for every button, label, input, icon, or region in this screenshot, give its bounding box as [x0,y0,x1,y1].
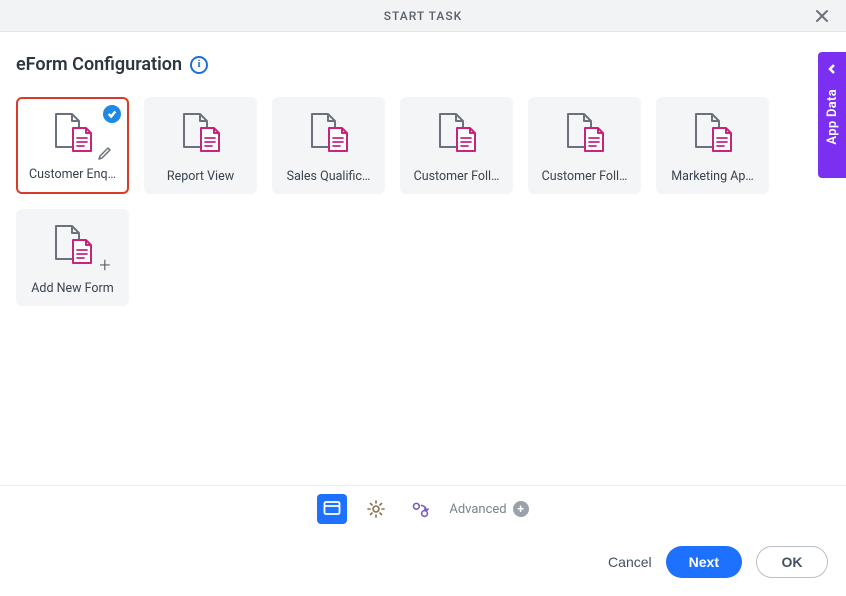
form-icon: + [49,215,97,277]
cycle-icon [410,499,430,519]
document-sub-icon [71,127,93,153]
form-card-customer-enq[interactable]: Customer Enq… [16,97,129,194]
close-button[interactable] [806,0,838,32]
section-title-row: eForm Configuration i [16,54,830,75]
form-card-label: Customer Foll… [538,169,632,184]
form-card-customer-foll-2[interactable]: Customer Foll… [528,97,641,194]
form-icon [305,103,353,165]
dialog-title: START TASK [384,9,462,23]
pencil-icon [97,145,113,165]
document-sub-icon [455,127,477,153]
section-title: eForm Configuration [16,54,182,75]
advanced-link[interactable]: Advanced + [449,501,528,517]
form-card-label: Sales Qualific… [283,169,375,184]
form-icon [177,103,225,165]
document-sub-icon [583,127,605,153]
advanced-label: Advanced [449,502,506,517]
start-task-dialog: START TASK eForm Configuration i [0,0,846,596]
document-sub-icon [199,127,221,153]
screen-tool-button[interactable] [317,494,347,524]
form-card-label: Marketing Ap… [667,169,757,184]
document-sub-icon [327,127,349,153]
form-card-label: Report View [163,169,238,184]
form-card-grid: Customer Enq… Report View [16,97,830,306]
close-icon [814,8,830,24]
screen-icon [322,499,342,519]
form-icon [433,103,481,165]
auto-tool-button[interactable] [405,494,435,524]
form-icon [689,103,737,165]
form-icon [49,105,97,163]
document-sub-icon [71,239,93,265]
plus-icon: + [99,253,110,277]
dialog-body: eForm Configuration i [0,32,846,485]
form-card-label: Customer Enq… [25,167,120,182]
form-card-report-view[interactable]: Report View [144,97,257,194]
selected-check-icon [103,105,121,123]
document-sub-icon [711,127,733,153]
bottom-toolbar: Advanced + [0,485,846,532]
form-card-label: Customer Foll… [410,169,504,184]
add-new-form-card[interactable]: + Add New Form [16,209,129,306]
next-button[interactable]: Next [666,546,742,578]
dialog-header: START TASK [0,0,846,32]
ok-button[interactable]: OK [756,546,828,578]
dialog-footer: Cancel Next OK [0,532,846,596]
chevron-left-icon [826,60,838,79]
form-card-marketing-ap[interactable]: Marketing Ap… [656,97,769,194]
gear-icon [366,499,386,519]
info-icon[interactable]: i [190,56,208,74]
app-data-side-tab[interactable]: App Data [818,52,846,178]
plus-circle-icon: + [513,501,529,517]
settings-tool-button[interactable] [361,494,391,524]
form-icon [561,103,609,165]
form-card-label: Add New Form [27,281,118,296]
form-card-customer-foll-1[interactable]: Customer Foll… [400,97,513,194]
side-tab-label: App Data [825,89,840,145]
form-card-sales-qualific[interactable]: Sales Qualific… [272,97,385,194]
cancel-button[interactable]: Cancel [608,554,652,570]
